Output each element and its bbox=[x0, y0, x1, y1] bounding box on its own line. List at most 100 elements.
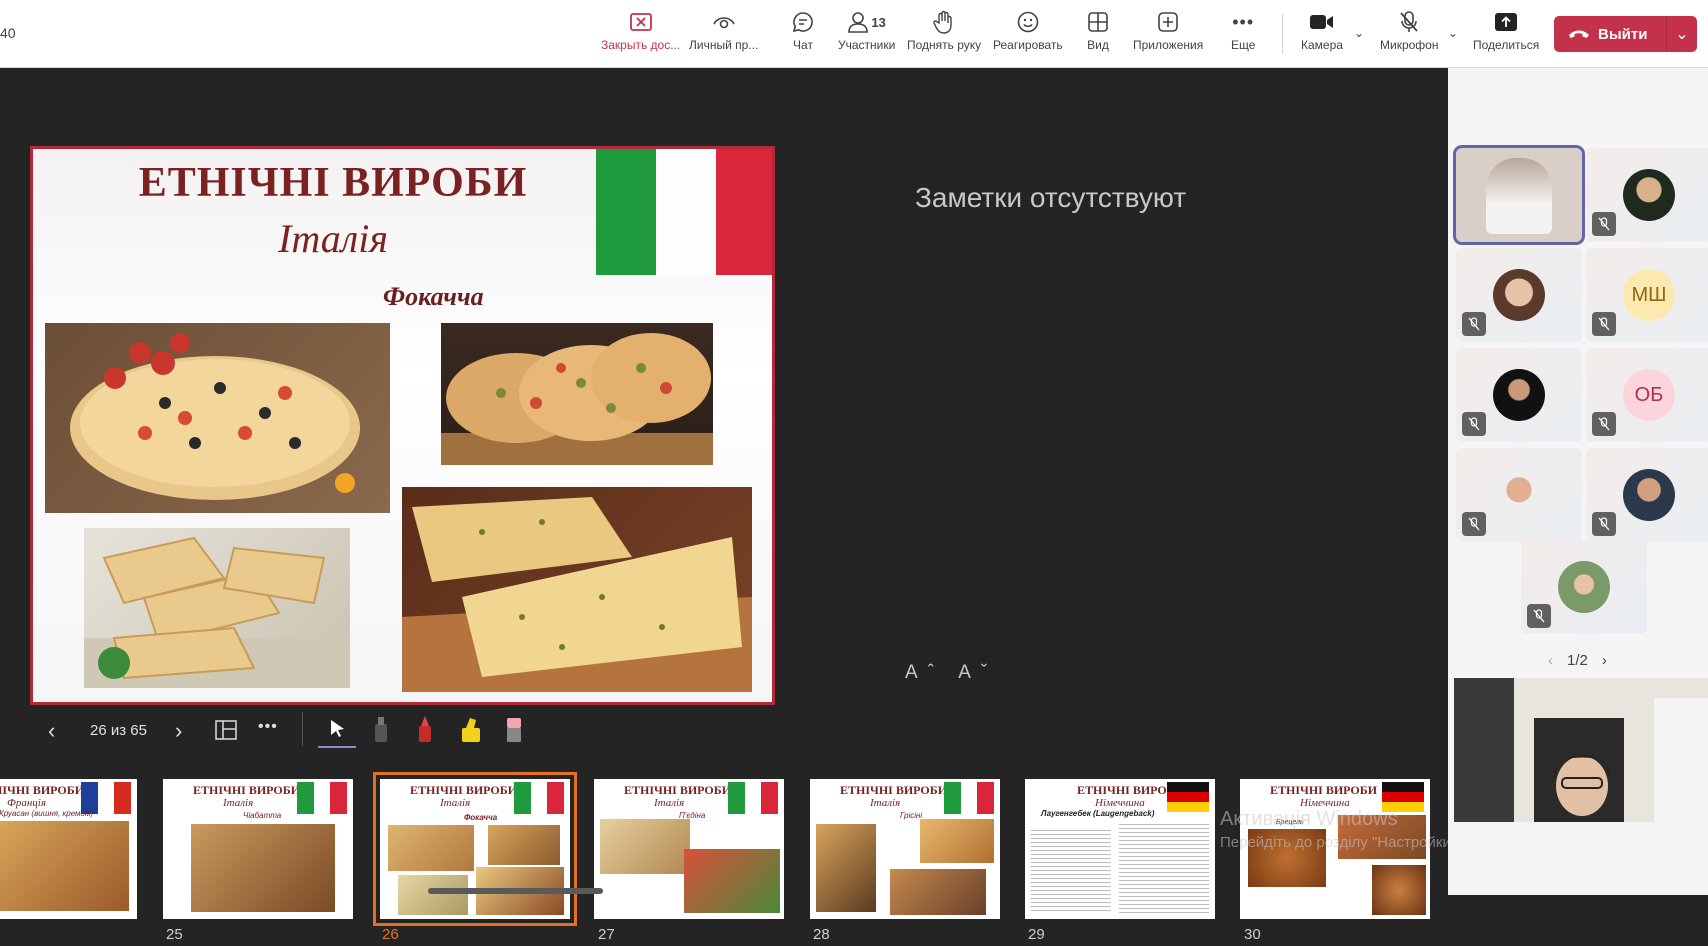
germany-flag-icon bbox=[1167, 782, 1209, 812]
chat-button[interactable]: Чат bbox=[789, 8, 817, 60]
participant-tile[interactable] bbox=[1521, 540, 1647, 634]
stop-sharing-button[interactable]: Закрыть дос... bbox=[601, 8, 680, 60]
slide-thumbnail[interactable]: ЕТНІЧНІ ВИРОБИ Франція Круасан (вишня, к… bbox=[0, 779, 137, 919]
avatar bbox=[1623, 169, 1675, 221]
eraser-tool-icon[interactable] bbox=[505, 714, 523, 748]
stop-share-icon bbox=[629, 8, 653, 36]
controls-divider bbox=[302, 712, 303, 746]
pointer-tool-icon[interactable] bbox=[318, 712, 356, 748]
thumb-subtitle: Італія bbox=[870, 797, 901, 809]
view-label: Вид bbox=[1087, 38, 1109, 52]
muted-mic-icon bbox=[1592, 212, 1616, 236]
meeting-timer: 40 bbox=[0, 25, 16, 41]
react-label: Реагировать bbox=[993, 38, 1063, 52]
leave-button[interactable]: Выйти ⌄ bbox=[1554, 16, 1697, 52]
focaccia-photo-1 bbox=[45, 323, 390, 513]
more-button[interactable]: ••• Еще bbox=[1231, 8, 1255, 60]
muted-mic-icon bbox=[1462, 412, 1486, 436]
leave-main[interactable]: Выйти bbox=[1554, 26, 1666, 43]
font-decrease-button[interactable]: Aˇ bbox=[958, 662, 997, 683]
muted-mic-icon bbox=[1592, 512, 1616, 536]
mic-options-chevron-icon[interactable]: ⌄ bbox=[1448, 26, 1458, 40]
slide-thumbnail[interactable]: ЕТНІЧНІ ВИРОБИ Італія Чіабатта bbox=[163, 779, 353, 919]
mic-button[interactable]: Микрофон bbox=[1380, 8, 1438, 60]
italy-flag-icon bbox=[297, 782, 348, 814]
react-button[interactable]: Реагировать bbox=[993, 8, 1063, 60]
windows-activation-title: Активація Windows bbox=[1220, 808, 1398, 830]
participant-tile[interactable] bbox=[1456, 348, 1582, 442]
more-options-icon[interactable]: ••• bbox=[258, 718, 278, 736]
share-label: Поделиться bbox=[1473, 38, 1540, 52]
thumb-photo bbox=[388, 825, 474, 871]
slide-grid-icon[interactable] bbox=[215, 720, 237, 744]
slide-title: ЕТНІЧНІ ВИРОБИ bbox=[138, 160, 528, 206]
font-increase-button[interactable]: Aˆ bbox=[905, 662, 944, 683]
slide-dish-name: Фокачча bbox=[383, 282, 484, 311]
next-slide-chevron-icon[interactable]: › bbox=[175, 718, 182, 744]
thumb-photo bbox=[191, 824, 335, 912]
thumb-subtitle: Франція bbox=[7, 797, 46, 809]
smiley-icon bbox=[1016, 8, 1040, 36]
muted-mic-icon bbox=[1527, 604, 1551, 628]
thumb-number: 30 bbox=[1244, 926, 1261, 943]
pager-next-chevron-icon[interactable]: › bbox=[1602, 652, 1607, 669]
thumb-photo bbox=[816, 824, 876, 912]
thumb-photo bbox=[488, 825, 560, 865]
thumb-photo bbox=[684, 849, 780, 913]
avatar bbox=[1493, 369, 1545, 421]
italy-flag-icon bbox=[728, 782, 779, 814]
share-button[interactable]: Поделиться bbox=[1473, 8, 1539, 60]
stop-sharing-label: Закрыть дос... bbox=[601, 38, 681, 52]
participant-tile[interactable]: МШ bbox=[1586, 248, 1708, 342]
participant-tile[interactable] bbox=[1586, 448, 1708, 542]
highlighter-tool-icon[interactable] bbox=[460, 714, 482, 748]
participant-tile[interactable] bbox=[1586, 148, 1708, 242]
apps-button[interactable]: Приложения bbox=[1133, 8, 1203, 60]
participant-tile[interactable] bbox=[1456, 448, 1582, 542]
participant-tile[interactable] bbox=[1456, 248, 1582, 342]
thumb-number: 28 bbox=[813, 926, 830, 943]
thumbnail-scrollbar[interactable] bbox=[428, 888, 603, 894]
focaccia-photo-4 bbox=[402, 487, 752, 692]
thumb-subtitle: Італія bbox=[223, 797, 254, 809]
thumb-photo bbox=[600, 819, 690, 874]
camera-icon bbox=[1309, 8, 1335, 36]
camera-button[interactable]: Камера bbox=[1301, 8, 1343, 60]
previous-slide-chevron-icon[interactable]: ‹ bbox=[48, 718, 55, 744]
slide-thumbnail[interactable]: ЕТНІЧНІ ВИРОБИ Німеччина Лаугенгебек (La… bbox=[1025, 779, 1215, 919]
pager-prev-chevron-icon[interactable]: ‹ bbox=[1548, 652, 1553, 669]
italy-flag-icon bbox=[514, 782, 565, 814]
avatar bbox=[1493, 469, 1545, 521]
pager-label: 1/2 bbox=[1567, 652, 1588, 669]
thumb-title: ЕТНІЧНІ ВИРОБИ bbox=[0, 783, 85, 797]
speaker-notes-empty: Заметки отсутствуют bbox=[915, 182, 1187, 213]
mic-muted-icon bbox=[1398, 8, 1420, 36]
camera-options-chevron-icon[interactable]: ⌄ bbox=[1354, 26, 1364, 40]
notes-font-size-controls: Aˆ Aˇ bbox=[905, 662, 997, 684]
slide-thumbnail[interactable]: ЕТНІЧНІ ВИРОБИ Італія Грісіні bbox=[810, 779, 1000, 919]
leave-options-chevron-icon[interactable]: ⌄ bbox=[1667, 24, 1697, 44]
participant-tile-speaking[interactable] bbox=[1453, 145, 1585, 245]
muted-mic-icon bbox=[1592, 412, 1616, 436]
slide-thumbnail-selected[interactable]: ЕТНІЧНІ ВИРОБИ Італія Фокачча bbox=[373, 772, 577, 926]
participant-tile[interactable]: ОБ bbox=[1586, 348, 1708, 442]
thumb-title: ЕТНІЧНІ ВИРОБИ bbox=[840, 783, 948, 797]
participants-count: 13 bbox=[871, 14, 886, 30]
pen-tool-icon[interactable] bbox=[372, 714, 390, 748]
focaccia-photo-3 bbox=[84, 528, 350, 688]
red-pen-tool-icon[interactable] bbox=[416, 714, 434, 748]
slide-thumbnail[interactable]: ЕТНІЧНІ ВИРОБИ Італія П'єдіна bbox=[594, 779, 784, 919]
person-icon bbox=[848, 12, 869, 33]
thumb-photo bbox=[890, 869, 986, 915]
view-button[interactable]: Вид bbox=[1087, 8, 1109, 60]
thumb-photo bbox=[920, 819, 994, 863]
leave-label: Выйти bbox=[1598, 25, 1648, 43]
avatar bbox=[1558, 561, 1610, 613]
hang-up-icon bbox=[1569, 30, 1589, 38]
participants-button[interactable]: 13 Участники bbox=[838, 8, 895, 60]
private-view-button[interactable]: Личный пр... bbox=[689, 8, 758, 60]
share-icon bbox=[1494, 8, 1518, 36]
raise-hand-button[interactable]: Поднять руку bbox=[907, 8, 981, 60]
thumb-text-block bbox=[1119, 821, 1209, 913]
grid-view-icon bbox=[1087, 8, 1109, 36]
